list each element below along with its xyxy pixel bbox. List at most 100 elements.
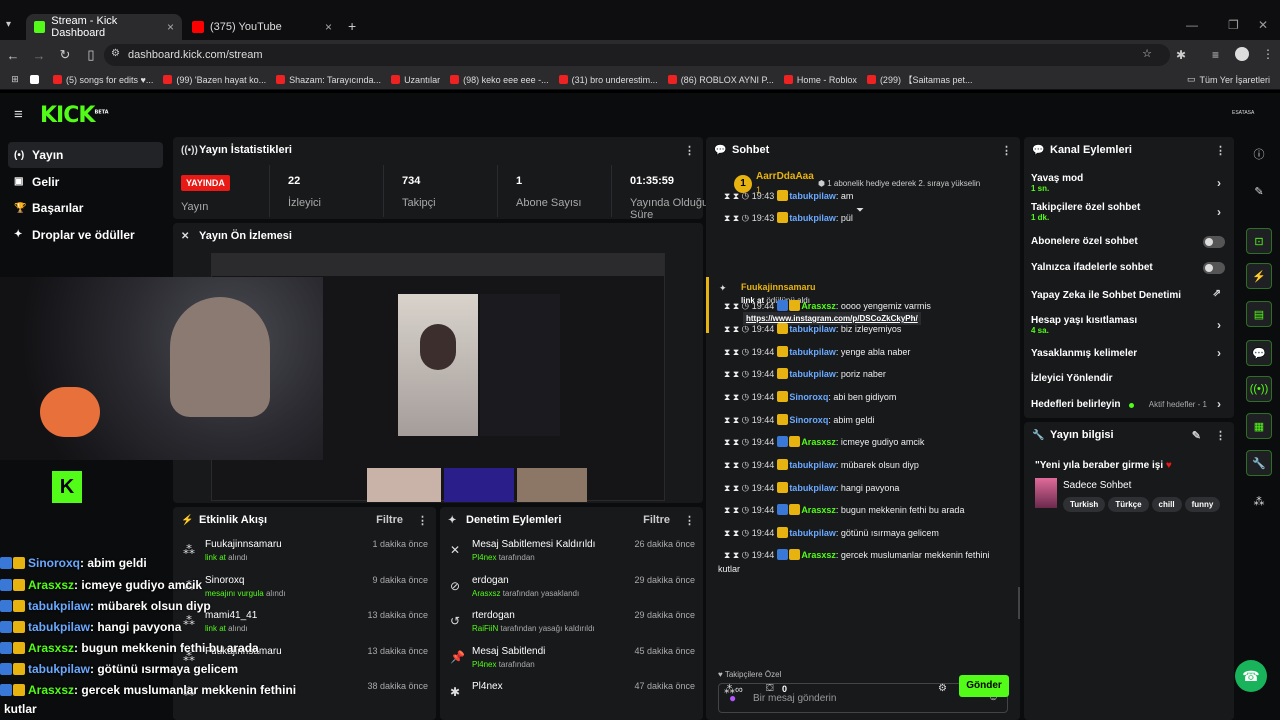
timeout-icon[interactable]: ⧗ bbox=[733, 392, 742, 402]
media-icon[interactable]: ≡ bbox=[1212, 48, 1219, 62]
message-user[interactable]: Arasxsz bbox=[801, 550, 836, 560]
split-view-icon[interactable]: ▯ bbox=[78, 47, 104, 63]
tag-pill[interactable]: funny bbox=[1184, 497, 1221, 512]
bookmark-item[interactable]: (86) ROBLOX AYNI P... bbox=[667, 73, 774, 86]
message-user[interactable]: Sinoroxq bbox=[789, 392, 828, 402]
filter-button[interactable]: Filtre bbox=[376, 514, 403, 526]
bookmark-item[interactable]: Home - Roblox bbox=[783, 73, 857, 86]
timeout-icon[interactable]: ⧗ bbox=[733, 550, 742, 560]
bookmark-item[interactable]: (99) 'Bazen hayat ko... bbox=[163, 73, 266, 86]
moderation-item[interactable]: ↺ rterdogan RaiFiiN tarafından yasağı kald… bbox=[448, 608, 695, 642]
minimize-icon[interactable]: — bbox=[1186, 18, 1198, 32]
timeout-icon[interactable]: ⧗ bbox=[733, 301, 742, 311]
forward-icon[interactable]: → bbox=[26, 48, 52, 63]
channel-action-item[interactable]: Yapay Zeka ile Sohbet Denetimi ⇗ bbox=[1031, 288, 1221, 314]
moderation-item[interactable]: ✱ Pl4nex 47 dakika önce bbox=[448, 679, 695, 713]
moderation-item[interactable]: ⊘ erdogan Arasxsz tarafından yasaklandı 29 … bbox=[448, 573, 695, 607]
more-icon[interactable]: ⋮ bbox=[417, 514, 428, 527]
message-user[interactable]: Arasxsz bbox=[801, 437, 836, 447]
channel-action-item[interactable]: Yalnızca ifadelerle sohbet bbox=[1031, 262, 1225, 286]
chat-message[interactable]: ⧗ ⧗ ◷ 19:44 tabukpilaw: poriz naber bbox=[724, 367, 1014, 381]
bookmark-item[interactable]: Uzantılar bbox=[391, 73, 440, 86]
menu-icon[interactable]: ⋮ bbox=[1262, 47, 1274, 61]
edit-icon[interactable]: ✎ bbox=[1192, 429, 1201, 442]
chat-message[interactable]: ⧗ ⧗ ◷ 19:44 Arasxsz: gercek muslumanlar me… bbox=[718, 548, 1008, 576]
message-user[interactable]: tabukpilaw bbox=[789, 460, 836, 470]
all-bookmarks[interactable]: ▭ Tüm Yer İşaretleri bbox=[1187, 74, 1270, 85]
chat-message[interactable]: ⧗ ⧗ ◷ 19:44 tabukpilaw: hangi pavyona bbox=[724, 481, 1014, 495]
help-chat-button[interactable]: ☎ bbox=[1235, 660, 1267, 692]
channel-action-item[interactable]: Yavaş mod 1 sn. › bbox=[1031, 173, 1221, 197]
activity-item[interactable]: ⁂ Sinoroxq mesajını vurgula alındı 9 dakika… bbox=[181, 573, 428, 607]
close-window-icon[interactable]: ✕ bbox=[1258, 18, 1268, 32]
pinned-user[interactable]: Fuukajinnsamaru bbox=[741, 282, 816, 292]
sidebar-item-1[interactable]: ▣ Gelir bbox=[8, 169, 163, 195]
bookmark-item[interactable]: (31) bro underestim... bbox=[558, 73, 658, 86]
activity-item[interactable]: ⁂ Fuukajinnsamaru link at alındı 1 dakika ö… bbox=[181, 537, 428, 571]
message-user[interactable]: Arasxsz bbox=[801, 301, 836, 311]
gifter-name[interactable]: AarrDdaAaa bbox=[756, 171, 814, 182]
timeout-icon[interactable]: ⧗ bbox=[733, 347, 742, 357]
send-button[interactable]: Gönder bbox=[959, 675, 1009, 697]
timeout-icon[interactable]: ⧗ bbox=[733, 483, 742, 493]
chat-message[interactable]: ⧗ ⧗ ◷ 19:44 tabukpilaw: yenge abla naber bbox=[724, 345, 1014, 359]
apps-icon[interactable]: ⊞ bbox=[0, 74, 30, 85]
channel-action-item[interactable]: Abonelere özel sohbet bbox=[1031, 236, 1225, 260]
activity-item[interactable]: ⁂ mami41_41 link at alındı 13 dakika önce bbox=[181, 608, 428, 642]
chat-message[interactable]: ⧗ ⧗ ◷ 19:44 tabukpilaw: biz izleyemiyos bbox=[724, 322, 1014, 336]
message-user[interactable]: tabukpilaw bbox=[789, 347, 836, 357]
chat-message[interactable]: ⧗ ⧗ ◷ 19:43 tabukpilaw: pül bbox=[724, 211, 1014, 225]
chat-message[interactable]: ⧗ ⧗ ◷ 19:44 tabukpilaw: mübarek olsun diyp bbox=[724, 458, 1014, 472]
timeout-icon[interactable]: ⧗ bbox=[733, 369, 742, 379]
chat-message[interactable]: ⧗ ⧗ ◷ 19:44 Sinoroxq: abi ben gidiyom bbox=[724, 390, 1014, 404]
toggle-switch[interactable] bbox=[1203, 262, 1225, 274]
channel-action-item[interactable]: İzleyici Yönlendir bbox=[1031, 373, 1221, 397]
message-user[interactable]: tabukpilaw bbox=[789, 191, 836, 201]
bookmark-item[interactable]: (299) 【Saitamas pet... bbox=[866, 73, 972, 86]
filter-button[interactable]: Filtre bbox=[643, 514, 670, 526]
tab-search-icon[interactable]: ▾ bbox=[6, 19, 11, 30]
reload-icon[interactable]: ↻ bbox=[52, 47, 78, 63]
document-icon[interactable]: ▤ bbox=[1246, 301, 1272, 327]
chat-bubble-icon[interactable]: 💬 bbox=[1246, 340, 1272, 366]
more-icon[interactable]: ⋮ bbox=[1215, 144, 1226, 157]
bookmark-item[interactable]: Shazam: Tarayıcında... bbox=[276, 73, 381, 86]
chat-message[interactable]: ⧗ ⧗ ◷ 19:44 Sinoroxq: abim geldi bbox=[724, 413, 1014, 427]
chat-message[interactable]: ⧗ ⧗ ◷ 19:44 Arasxsz: oooo yengemiz varmis bbox=[724, 299, 1014, 313]
more-icon[interactable]: ⋮ bbox=[684, 144, 695, 157]
tag-pill[interactable]: Türkçe bbox=[1108, 497, 1149, 512]
bookmark-item[interactable]: (98) keko eee eee -... bbox=[450, 73, 549, 86]
sidebar-item-3[interactable]: ✦ Droplar ve ödüller bbox=[8, 222, 163, 248]
edit-icon[interactable]: ✎ bbox=[1246, 178, 1272, 204]
address-bar[interactable]: ⚙ dashboard.kick.com/stream ☆ bbox=[104, 44, 1170, 66]
bookmark-star-icon[interactable]: ☆ bbox=[1142, 47, 1152, 60]
chat-message[interactable]: ⧗ ⧗ ◷ 19:43 tabukpilaw: am bbox=[724, 189, 1014, 203]
message-user[interactable]: tabukpilaw bbox=[789, 213, 836, 223]
storage-icon[interactable]: ▦ bbox=[1246, 413, 1272, 439]
message-user[interactable]: tabukpilaw bbox=[789, 324, 836, 334]
restore-icon[interactable]: ❐ bbox=[1228, 18, 1239, 32]
chat-message[interactable]: ⧗ ⧗ ◷ 19:44 tabukpilaw: götünü ısırmaya ge… bbox=[724, 526, 1014, 540]
chat-message[interactable]: ⧗ ⧗ ◷ 19:44 Arasxsz: icmeye gudiyo amcik bbox=[724, 435, 1014, 449]
capture-icon[interactable]: ⊡ bbox=[1246, 228, 1272, 254]
bookmark-item[interactable]: (5) songs for edits ♥... bbox=[53, 73, 153, 86]
timeout-icon[interactable]: ⧗ bbox=[733, 437, 742, 447]
timeout-icon[interactable]: ⧗ bbox=[733, 213, 742, 223]
broadcast-icon[interactable]: ((•)) bbox=[1246, 376, 1272, 402]
timeout-icon[interactable]: ⧗ bbox=[733, 505, 742, 515]
profile-avatar[interactable] bbox=[1235, 47, 1249, 61]
timeout-icon[interactable]: ⧗ bbox=[733, 415, 742, 425]
timeout-icon[interactable]: ⧗ bbox=[733, 528, 742, 538]
channel-action-item[interactable]: Hesap yaşı kısıtlaması 4 sa. › bbox=[1031, 315, 1221, 339]
wrench-icon[interactable]: 🔧 bbox=[1246, 450, 1272, 476]
sidebar-item-2[interactable]: 🏆 Başarılar bbox=[8, 195, 163, 221]
back-icon[interactable]: ← bbox=[0, 48, 26, 63]
tab-youtube[interactable]: (375) YouTube × bbox=[184, 14, 340, 40]
channel-action-item[interactable]: Hedefleri belirleyin › Aktif hedefler - 1 bbox=[1031, 397, 1221, 423]
hamburger-menu-icon[interactable]: ≡ bbox=[14, 106, 23, 123]
lightning-icon[interactable]: ⚡ bbox=[1246, 263, 1272, 289]
kick-logo[interactable]: KICKBETA bbox=[40, 103, 109, 128]
timeout-icon[interactable]: ⧗ bbox=[733, 460, 742, 470]
message-user[interactable]: tabukpilaw bbox=[789, 528, 836, 538]
chat-scrollbar[interactable] bbox=[1018, 587, 1020, 619]
